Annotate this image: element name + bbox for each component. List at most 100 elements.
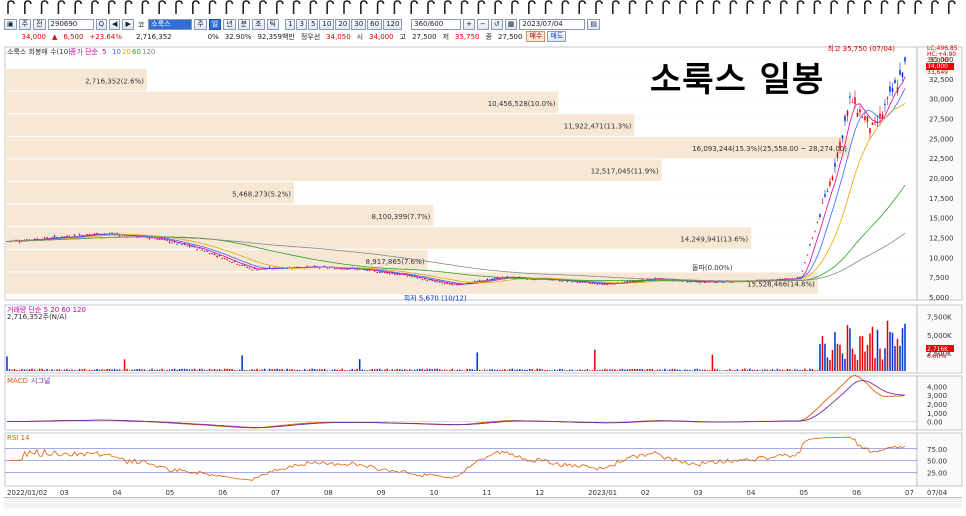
- volume-bar: [861, 336, 864, 371]
- volume-bar: [494, 369, 496, 371]
- zoom-in-icon[interactable]: +: [463, 19, 475, 30]
- price-tick-label: 22,500: [929, 155, 954, 163]
- spiral-ring: [796, 0, 805, 14]
- turnover-label: 0%: [207, 32, 219, 41]
- volume-bar: [378, 368, 381, 371]
- prev-stock-button[interactable]: ◀: [109, 19, 121, 30]
- interval-button-10[interactable]: 10: [319, 19, 335, 30]
- period-week-toggle[interactable]: 주: [18, 19, 32, 30]
- candle-body: [156, 238, 158, 240]
- spiral-ring: [242, 0, 250, 14]
- calendar-icon[interactable]: ▦: [504, 19, 518, 30]
- interval-button-20[interactable]: 20: [335, 19, 351, 30]
- volume-bar: [611, 369, 614, 371]
- candle-body: [494, 277, 496, 279]
- volume-bar: [534, 370, 536, 371]
- horizontal-scrollbar[interactable]: [4, 497, 962, 508]
- candle-body: [451, 284, 454, 286]
- reset-icon[interactable]: ↺: [490, 19, 503, 30]
- candle-body: [689, 281, 691, 283]
- volume-bar: [248, 369, 251, 371]
- interval-button-120[interactable]: 120: [383, 19, 403, 30]
- candle-body: [151, 237, 153, 239]
- volume-bar: [293, 369, 296, 371]
- spiral-ring: [763, 0, 771, 14]
- candle-body: [268, 267, 271, 268]
- chart-settings-button[interactable]: ▣: [4, 19, 17, 30]
- candle-body: [576, 282, 579, 283]
- volume-bar: [511, 368, 514, 371]
- volume-profile-label: 8,100,399(7.7%): [372, 213, 431, 221]
- candle-body: [416, 277, 418, 279]
- volume-bar: [103, 369, 106, 371]
- period-day-button[interactable]: 일: [208, 19, 222, 30]
- volume-right-tag2: 0.00%: [927, 353, 946, 360]
- volume-bar: [356, 368, 358, 371]
- spiral-ring: [444, 0, 452, 14]
- volume-profile-bar: [5, 227, 752, 249]
- sell-button[interactable]: 매도: [547, 31, 567, 42]
- period-minute-button[interactable]: 분: [237, 19, 251, 30]
- search-icon[interactable]: Q: [95, 19, 108, 30]
- volume-tick-label: 5,000K: [927, 332, 952, 340]
- low-annotation: 최저 5,670 (10/12): [404, 294, 467, 303]
- volume-bar: [153, 370, 156, 371]
- zoom-out-icon[interactable]: −: [477, 19, 489, 30]
- volume-bar: [804, 368, 806, 371]
- volume-bar: [256, 368, 258, 371]
- period-day-toggle[interactable]: 전: [33, 19, 46, 30]
- period-week-button[interactable]: 주: [194, 19, 207, 30]
- volume-bar: [453, 370, 456, 371]
- volume-bar: [276, 368, 278, 371]
- interval-button-3[interactable]: 3: [296, 19, 307, 30]
- period-year-button[interactable]: 년: [223, 19, 236, 30]
- volume-bar: [286, 368, 288, 371]
- candle-body: [411, 276, 413, 278]
- count-field[interactable]: 360/600: [411, 19, 462, 30]
- volume-bar: [113, 368, 116, 371]
- prev-label: 정우선: [300, 32, 321, 41]
- candle-body: [881, 114, 884, 119]
- candle-body: [866, 116, 869, 122]
- volume-bar: [71, 369, 73, 371]
- candle-body: [413, 276, 416, 278]
- volume-bar: [676, 369, 679, 371]
- stock-code-input[interactable]: 290690: [47, 19, 94, 30]
- calendar-picker-icon[interactable]: ▤: [587, 19, 600, 30]
- volume-bar: [756, 369, 759, 371]
- candle-body: [423, 278, 426, 280]
- volume-bar: [401, 369, 403, 371]
- quote-bar: 34,000 ▲ 6,500 +23.64% 2,716,352 0% 32.9…: [4, 31, 962, 42]
- period-tick-button[interactable]: 틱: [266, 19, 279, 30]
- stock-name-field[interactable]: 소룩스: [148, 19, 193, 30]
- interval-button-5[interactable]: 5: [307, 19, 319, 30]
- rsi-tick-label: 75.00: [927, 446, 947, 454]
- interval-button-30[interactable]: 30: [351, 19, 367, 30]
- volume-bar: [23, 369, 26, 371]
- volume-bar: [631, 368, 634, 371]
- period-second-button[interactable]: 초: [252, 19, 265, 30]
- volume-bar: [116, 369, 118, 371]
- volume-bar: [48, 370, 51, 371]
- candle-body: [821, 202, 824, 204]
- volume-bar: [704, 369, 706, 371]
- x-axis-label: 05: [165, 489, 174, 497]
- volume-bar: [301, 370, 303, 371]
- volume-bar: [601, 369, 604, 371]
- spiral-ring: [948, 0, 956, 14]
- interval-button-1[interactable]: 1: [285, 19, 296, 30]
- buy-button[interactable]: 매수: [526, 31, 546, 42]
- interval-button-60[interactable]: 60: [367, 19, 383, 30]
- date-field[interactable]: 2023/07/04: [519, 19, 586, 30]
- next-stock-button[interactable]: ▶: [122, 19, 134, 30]
- x-axis-label: 05: [799, 489, 808, 497]
- candle-body: [216, 255, 218, 257]
- volume-bar: [78, 368, 81, 371]
- volume-bar: [739, 370, 741, 371]
- volume-bar: [208, 368, 211, 371]
- volume-bar: [403, 369, 406, 371]
- high-annotation: 최고 35,750 (07/04): [828, 44, 896, 53]
- candle-body: [834, 162, 836, 167]
- candle-body: [148, 237, 151, 239]
- chart-area[interactable]: 2,716,352(2.6%) 10,456,528(10.0%) 11,922,4…: [0, 42, 966, 497]
